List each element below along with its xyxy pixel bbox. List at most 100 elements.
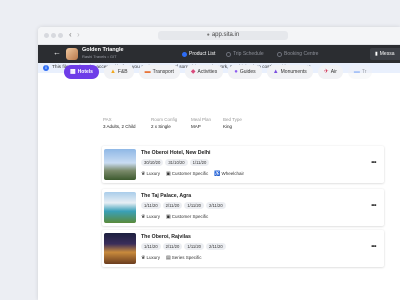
step-indicator-icon — [277, 51, 282, 57]
step-indicator-icon — [226, 51, 231, 57]
tab-label: Transport — [152, 69, 174, 75]
room-meta-room-config: Room Config 2 x Single — [151, 117, 177, 129]
date-chip: 30/10/20 — [141, 159, 164, 166]
meta-value: King — [223, 124, 233, 129]
meta-value: 2 x Single — [151, 124, 171, 129]
hotel-name: The Oberoi, Rajvilas — [141, 234, 191, 240]
tab-monuments[interactable]: ▲ Monuments — [266, 65, 313, 79]
tab-activities[interactable]: ◆ Activities — [184, 65, 224, 79]
step-label: Booking Centre — [284, 51, 319, 57]
hotel-name: The Taj Palace, Agra — [141, 193, 192, 199]
trip-avatar — [66, 48, 78, 60]
hotel-tag: ♛Luxury — [141, 255, 160, 261]
luxury-icon: ♛ — [141, 255, 146, 261]
step-label: Product List — [189, 51, 216, 57]
hotel-thumbnail — [104, 192, 136, 223]
date-chip: 1/11/20 — [189, 159, 210, 166]
step-product-list[interactable]: Product List — [182, 51, 215, 57]
luxury-icon: ♛ — [141, 214, 146, 220]
meta-label: PAX — [103, 117, 112, 122]
browser-forward-icon[interactable]: › — [77, 30, 80, 39]
window-maximize-dot[interactable] — [58, 33, 63, 38]
back-arrow-icon[interactable]: ← — [53, 48, 61, 57]
browser-back-icon[interactable]: ‹ — [69, 30, 72, 39]
luxury-icon: ♛ — [141, 171, 146, 177]
hotel-thumbnail — [104, 233, 136, 264]
train-icon: ▬ — [353, 69, 360, 75]
tab-guides[interactable]: ● Guides — [228, 65, 262, 79]
date-chip: 2/11/20 — [162, 202, 183, 209]
date-chip: 2/11/20 — [206, 202, 226, 209]
meta-value: MAP — [191, 124, 201, 129]
tag-label: Wheelchair — [221, 171, 244, 176]
room-meta-pax: PAX 3 Adults, 2 Child — [103, 117, 136, 129]
meta-label: Meal Plan — [191, 117, 212, 122]
hotel-tags: ♛Luxury ▣Customer Specific — [141, 214, 208, 220]
hotel-card[interactable]: The Oberoi Hotel, New Delhi 30/10/20 31/10… — [102, 146, 384, 183]
hotel-thumbnail — [104, 149, 136, 180]
activities-icon: ◆ — [190, 69, 196, 75]
food-icon: ▲ — [109, 69, 116, 75]
hotel-icon: ▦ — [70, 69, 76, 75]
more-options-icon[interactable]: ••• — [371, 203, 376, 209]
browser-toolbar: ‹ › ● app.sita.in — [38, 27, 400, 45]
more-options-icon[interactable]: ••• — [371, 160, 376, 166]
tag-label: Luxury — [146, 214, 160, 219]
info-icon: i — [43, 65, 49, 71]
tab-tr[interactable]: ▬ Tr — [347, 65, 373, 79]
window-close-dot[interactable] — [44, 33, 49, 38]
guide-icon: ● — [234, 69, 238, 75]
hotel-dates: 30/10/20 31/10/20 1/11/20 — [141, 159, 210, 166]
hotel-name: The Oberoi Hotel, New Delhi — [141, 150, 211, 156]
messages-button[interactable]: ▮ Messa — [370, 48, 400, 60]
trip-subtitle: Rashi Travels • GIT — [82, 54, 117, 59]
hotel-dates: 1/11/20 2/11/20 1/11/20 2/11/20 — [141, 243, 226, 250]
step-booking-centre[interactable]: Booking Centre — [277, 51, 318, 57]
tab-transport[interactable]: ▬ Transport — [138, 65, 180, 79]
hotel-tag: ♛Luxury — [141, 214, 160, 220]
window-minimize-dot[interactable] — [51, 33, 56, 38]
meta-value: 3 Adults, 2 Child — [103, 124, 136, 129]
more-options-icon[interactable]: ••• — [371, 244, 376, 250]
tag-label: Series Specific — [171, 255, 202, 260]
customer-specific-icon: ▣ — [166, 214, 171, 220]
date-chip: 31/10/20 — [165, 159, 188, 166]
wheelchair-icon: ♿ — [214, 171, 221, 177]
tab-air[interactable]: ✈ Air — [317, 65, 343, 79]
tab-f-b[interactable]: ▲ F&B — [103, 65, 134, 79]
date-chip: 1/11/20 — [184, 243, 205, 250]
tag-label: Customer Specific — [171, 171, 209, 176]
trip-title: Golden Triangle — [82, 47, 124, 53]
date-chip: 1/11/20 — [141, 202, 161, 209]
tag-label: Luxury — [146, 255, 160, 260]
hotel-tags: ♛Luxury ▤Series Specific — [141, 255, 202, 261]
hotel-card[interactable]: The Oberoi, Rajvilas 1/11/20 2/11/20 1/11/2… — [102, 230, 384, 267]
message-icon: ▮ — [375, 51, 378, 57]
address-text: app.sita.in — [211, 32, 240, 38]
date-chip: 2/11/20 — [162, 243, 183, 250]
lock-icon: ● — [206, 32, 210, 38]
meta-label: Bed Type — [223, 117, 242, 122]
step-indicator-icon — [182, 51, 187, 57]
category-tabs: ▦ Hotels ▲ F&B ▬ Transport ◆ Activities ● Guides ▲… — [64, 65, 373, 79]
hotel-tag: ♿Wheelchair — [214, 171, 244, 177]
tab-label: Air — [330, 69, 337, 75]
hotel-dates: 1/11/20 2/11/20 1/11/20 2/11/20 — [141, 202, 226, 209]
hotel-tag: ♛Luxury — [141, 171, 160, 177]
room-meta-meal-plan: Meal Plan MAP — [191, 117, 211, 129]
address-bar[interactable]: ● app.sita.in — [158, 31, 288, 40]
meta-label: Room Config — [151, 117, 178, 122]
customer-specific-icon: ▣ — [166, 171, 171, 177]
date-chip: 1/11/20 — [184, 202, 205, 209]
tab-hotels[interactable]: ▦ Hotels — [64, 65, 99, 79]
step-trip-schedule[interactable]: Trip Schedule — [226, 51, 264, 57]
tag-label: Customer Specific — [171, 214, 209, 219]
car-icon: ▬ — [144, 69, 151, 75]
tab-label: F&B — [117, 69, 128, 75]
messages-label: Messa — [379, 51, 395, 57]
tab-label: Tr — [361, 69, 367, 75]
plane-icon: ✈ — [323, 69, 329, 75]
hotel-card[interactable]: The Taj Palace, Agra 1/11/20 2/11/20 1/11/2… — [102, 189, 384, 226]
date-chip: 2/11/20 — [206, 243, 226, 250]
monument-icon: ▲ — [272, 69, 279, 75]
